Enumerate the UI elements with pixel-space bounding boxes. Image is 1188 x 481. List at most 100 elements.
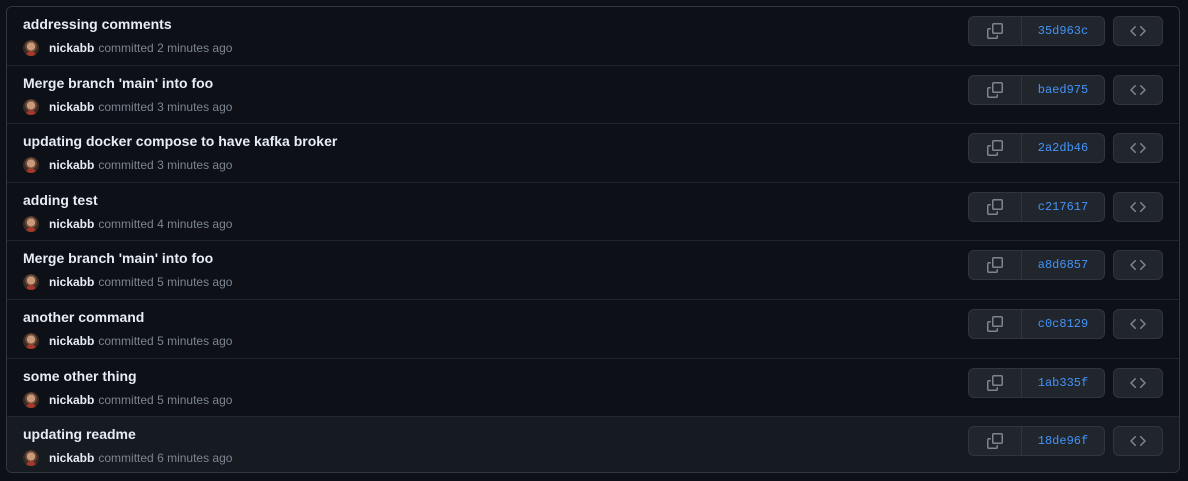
sha-button-group: c0c8129 <box>968 308 1105 339</box>
code-icon <box>1130 257 1146 273</box>
avatar[interactable] <box>23 274 39 291</box>
commit-actions: 2a2db46 <box>968 133 1163 164</box>
commit-action: committed <box>98 392 154 407</box>
browse-repo-button[interactable] <box>1113 367 1163 398</box>
commit-time: 5 minutes ago <box>157 392 233 407</box>
commit-sha-link[interactable]: c217617 <box>1022 193 1104 221</box>
sha-button-group: a8d6857 <box>968 250 1105 281</box>
browse-repo-button[interactable] <box>1113 308 1163 339</box>
commit-sha-link[interactable]: 35d963c <box>1022 17 1104 45</box>
commit-title[interactable]: some other thing <box>23 368 137 384</box>
copy-icon <box>987 140 1003 157</box>
browse-repo-button[interactable] <box>1113 191 1163 222</box>
browse-repo-button[interactable] <box>1113 74 1163 105</box>
commit-row: some other thing nickabb committed 5 min… <box>7 358 1179 418</box>
copy-sha-button[interactable] <box>969 368 1022 397</box>
commit-time: 3 minutes ago <box>157 99 233 114</box>
copy-sha-button[interactable] <box>969 309 1022 338</box>
code-icon <box>1130 433 1146 449</box>
code-icon <box>1130 316 1146 332</box>
commit-title[interactable]: another command <box>23 309 144 325</box>
commit-author[interactable]: nickabb <box>49 41 94 55</box>
commit-action: committed <box>98 216 154 231</box>
avatar[interactable] <box>23 332 39 349</box>
copy-icon <box>987 315 1003 332</box>
commit-row: Merge branch 'main' into foo nickabb com… <box>7 65 1179 125</box>
commit-author[interactable]: nickabb <box>49 451 94 465</box>
commit-author[interactable]: nickabb <box>49 158 94 172</box>
commit-sha-link[interactable]: c0c8129 <box>1022 310 1104 338</box>
commit-meta: nickabb committed 5 minutes ago <box>23 391 232 409</box>
commit-row: another command nickabb committed 5 minu… <box>7 299 1179 359</box>
commit-row: updating docker compose to have kafka br… <box>7 124 1179 183</box>
commit-row: adding test nickabb committed 4 minutes … <box>7 182 1179 242</box>
commit-title[interactable]: Merge branch 'main' into foo <box>23 250 213 266</box>
copy-icon <box>987 374 1003 391</box>
copy-sha-button[interactable] <box>969 17 1022 45</box>
commit-author[interactable]: nickabb <box>49 334 94 348</box>
browse-repo-button[interactable] <box>1113 16 1163 46</box>
avatar[interactable] <box>23 391 39 408</box>
browse-repo-button[interactable] <box>1113 133 1163 164</box>
copy-icon <box>987 23 1003 39</box>
commit-actions: c217617 <box>968 191 1163 222</box>
commit-actions: 35d963c <box>968 16 1163 46</box>
code-icon <box>1130 23 1146 39</box>
commit-sha-link[interactable]: 18de96f <box>1022 427 1104 455</box>
commit-author[interactable]: nickabb <box>49 217 94 231</box>
copy-sha-button[interactable] <box>969 192 1022 221</box>
commit-author[interactable]: nickabb <box>49 275 94 289</box>
commit-title[interactable]: updating docker compose to have kafka br… <box>23 133 337 149</box>
avatar[interactable] <box>23 40 39 56</box>
code-icon <box>1130 140 1146 156</box>
commit-meta: nickabb committed 3 minutes ago <box>23 156 232 174</box>
copy-icon <box>987 257 1003 274</box>
browse-repo-button[interactable] <box>1113 250 1163 281</box>
commit-actions: baed975 <box>968 74 1163 105</box>
commit-time: 4 minutes ago <box>157 216 233 231</box>
commit-title[interactable]: updating readme <box>23 426 136 442</box>
commit-row: Merge branch 'main' into foo nickabb com… <box>7 241 1179 300</box>
commit-time: 6 minutes ago <box>157 451 233 466</box>
commit-title[interactable]: addressing comments <box>23 16 172 32</box>
commit-title[interactable]: adding test <box>23 192 98 208</box>
commit-list: addressing comments nickabb committed 2 … <box>6 6 1180 473</box>
copy-icon <box>987 433 1003 450</box>
commit-action: committed <box>98 99 154 114</box>
copy-sha-button[interactable] <box>969 251 1022 280</box>
avatar[interactable] <box>23 157 39 174</box>
copy-sha-button[interactable] <box>969 75 1022 104</box>
commit-actions: 1ab335f <box>968 367 1163 398</box>
copy-sha-button[interactable] <box>969 427 1022 456</box>
commit-actions: 18de96f <box>968 426 1163 457</box>
commit-sha-link[interactable]: a8d6857 <box>1022 251 1104 279</box>
copy-sha-button[interactable] <box>969 134 1022 163</box>
commit-meta: nickabb committed 3 minutes ago <box>23 98 232 116</box>
commit-action: committed <box>98 275 154 290</box>
commit-meta: nickabb committed 5 minutes ago <box>23 273 232 291</box>
code-icon <box>1130 82 1146 98</box>
sha-button-group: c217617 <box>968 191 1105 222</box>
commit-sha-link[interactable]: 1ab335f <box>1022 369 1104 397</box>
commit-action: committed <box>98 41 154 55</box>
avatar[interactable] <box>23 215 39 232</box>
commit-actions: c0c8129 <box>968 308 1163 339</box>
sha-button-group: baed975 <box>968 74 1105 105</box>
commit-title[interactable]: Merge branch 'main' into foo <box>23 75 213 91</box>
commit-action: committed <box>98 333 154 348</box>
commit-meta: nickabb committed 4 minutes ago <box>23 215 232 233</box>
commit-sha-link[interactable]: baed975 <box>1022 76 1104 104</box>
copy-icon <box>987 198 1003 215</box>
avatar[interactable] <box>23 98 39 115</box>
commit-author[interactable]: nickabb <box>49 393 94 407</box>
commit-row: addressing comments nickabb committed 2 … <box>7 7 1179 66</box>
commit-sha-link[interactable]: 2a2db46 <box>1022 134 1104 162</box>
avatar[interactable] <box>23 450 39 467</box>
code-icon <box>1130 375 1146 391</box>
commit-author[interactable]: nickabb <box>49 100 94 114</box>
commit-actions: a8d6857 <box>968 250 1163 281</box>
sha-button-group: 18de96f <box>968 426 1105 457</box>
sha-button-group: 1ab335f <box>968 367 1105 398</box>
commit-row: updating readme nickabb committed 6 minu… <box>7 417 1179 472</box>
browse-repo-button[interactable] <box>1113 426 1163 457</box>
